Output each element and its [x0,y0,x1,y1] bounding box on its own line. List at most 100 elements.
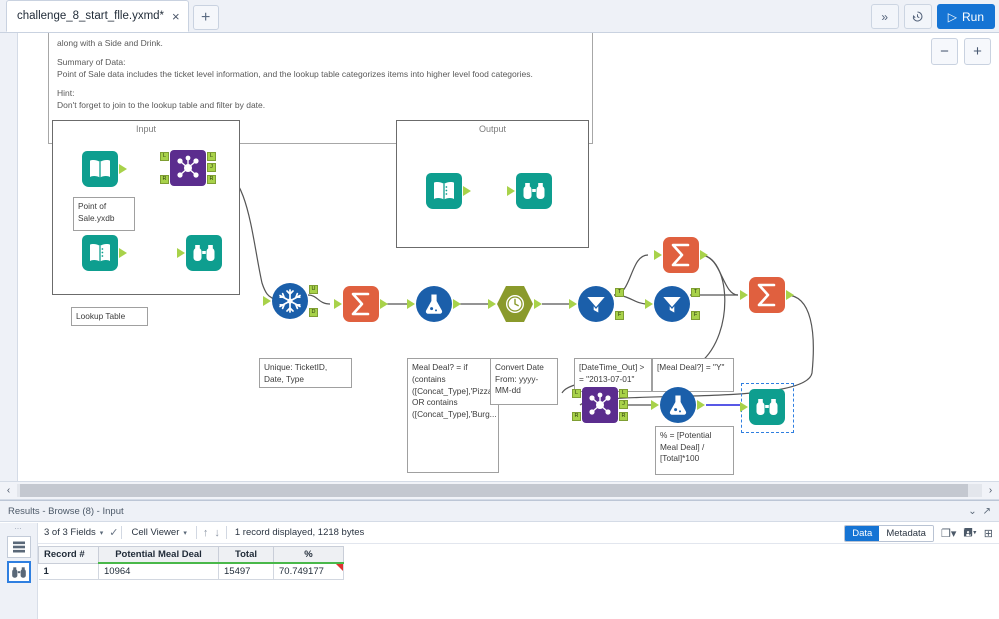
output-port-left[interactable]: L [619,389,628,398]
output-port-false[interactable]: F [615,311,624,320]
input-port[interactable] [651,400,659,410]
browse-icon[interactable] [6,561,31,583]
output-port-left[interactable]: L [207,152,216,161]
expand-icon[interactable]: ⊞ [984,527,993,540]
tool-summarize-2[interactable] [654,237,708,273]
output-port-unique[interactable]: U [309,285,318,294]
zoom-out-button[interactable]: − [931,38,958,65]
scroll-up-arrow-icon[interactable]: ↑ [200,527,212,539]
workflow-canvas[interactable]: − + along with a Side and Drink. Summary… [0,33,999,481]
tool-unique[interactable]: U D [263,283,318,319]
output-port-right[interactable]: R [207,175,216,184]
input-port[interactable] [177,248,185,258]
maximize-icon[interactable]: ↗ [983,506,991,517]
output-port-false[interactable]: F [691,311,700,320]
new-tab-button[interactable]: + [192,5,219,30]
rail-drag-handle[interactable]: ⋯ [15,526,23,533]
input-port[interactable] [334,299,342,309]
tool-summarize-3[interactable] [740,277,794,313]
history-icon[interactable] [903,4,932,29]
column-header-total[interactable]: Total [218,546,274,564]
output-port-true[interactable]: T [615,288,624,297]
input-port-right[interactable]: R [572,412,581,421]
input-port[interactable] [740,402,748,412]
output-port[interactable] [786,290,794,300]
input-port-left[interactable]: L [572,389,581,398]
scrollbar-thumb[interactable] [20,484,968,497]
tool-join-1[interactable]: L R L J R [160,150,216,186]
tool-filter-meal-deal[interactable]: T F [645,286,700,322]
column-header-percent[interactable]: % [273,546,344,564]
input-port[interactable] [645,299,653,309]
tool-formula-percent[interactable] [651,387,705,423]
tool-browse-output[interactable] [507,173,552,209]
join-icon [170,150,206,186]
chevron-down-icon[interactable]: ⌄ [968,506,976,517]
workflow-tab[interactable]: challenge_8_start_flle.yxmd* × [6,0,189,32]
tool-datetime[interactable] [488,286,542,322]
results-left-rail: ⋯ [0,523,38,619]
binoculars-icon [756,399,778,415]
output-container[interactable]: Output [396,120,589,248]
input-port[interactable] [740,290,748,300]
column-header-potential-meal-deal[interactable]: Potential Meal Deal [98,546,219,564]
workflow-tab-label: challenge_8_start_flle.yxmd* [17,10,165,22]
input-port[interactable] [407,299,415,309]
output-port-true[interactable]: T [691,288,700,297]
output-port[interactable] [453,299,461,309]
canvas-horizontal-scrollbar[interactable]: ‹ › [0,481,999,500]
column-header-record[interactable]: Record # [38,546,99,564]
annotation-unique: Unique: TicketID, Date, Type [259,358,352,388]
input-port-right[interactable]: R [160,175,169,184]
grid-icon[interactable] [6,536,31,558]
input-port[interactable] [569,299,577,309]
output-port[interactable] [119,248,127,258]
scrollbar-track[interactable] [17,484,982,497]
output-port[interactable] [463,186,471,196]
results-table-head: Record # Potential Meal Deal Total % [38,546,344,564]
close-icon[interactable]: × [172,10,180,23]
output-port-join[interactable]: J [207,163,216,172]
input-port[interactable] [654,250,662,260]
tool-filter-date[interactable]: T F [569,286,624,322]
save-icon[interactable]: 🖪▾ [963,524,976,543]
scroll-down-arrow-icon[interactable]: ↓ [211,527,223,539]
input-port-left[interactable]: L [160,152,169,161]
tab-data[interactable]: Data [845,526,880,541]
output-port-join[interactable]: J [619,400,628,409]
input-port[interactable] [507,186,515,196]
tool-join-2[interactable]: L R L J R [572,387,628,423]
run-button[interactable]: ▷ Run [936,4,995,29]
scroll-left-arrow[interactable]: ‹ [0,485,17,496]
results-table[interactable]: Record # Potential Meal Deal Total % 1 1… [38,546,344,580]
output-port-right[interactable]: R [619,412,628,421]
cell-viewer-selector[interactable]: Cell Viewer ▾ [125,527,192,538]
tool-summarize-1[interactable] [334,286,388,322]
table-row[interactable]: 1 10964 15497 70.749177 [38,562,344,580]
fields-selector[interactable]: 3 of 3 Fields ▾ [38,527,109,538]
output-port[interactable] [380,299,388,309]
book-icon [434,181,454,200]
scroll-right-arrow[interactable]: › [982,485,999,496]
tool-browse-input[interactable] [177,235,222,271]
chevron-more-icon[interactable]: » [870,4,899,29]
copy-icon[interactable]: ❐▾ [941,527,956,540]
tool-browse-selected[interactable] [740,389,785,425]
output-port-duplicate[interactable]: D [309,308,318,317]
input-port[interactable] [488,299,496,309]
input-port[interactable] [263,296,271,306]
tab-metadata[interactable]: Metadata [879,526,933,541]
tool-input-lookup-table[interactable] [82,235,127,271]
tool-formula-meal-deal[interactable] [407,286,461,322]
zoom-in-button[interactable]: + [964,38,991,65]
tab-bar-actions: » ▷ Run [870,4,995,29]
output-port[interactable] [700,250,708,260]
alteryx-designer-window: challenge_8_start_flle.yxmd* × + » ▷ Run… [0,0,999,619]
output-port[interactable] [534,299,542,309]
tool-input-point-of-sale[interactable] [82,151,127,187]
annotation-datetime: Convert Date From: yyyy-MM-dd [490,358,558,405]
output-port[interactable] [119,164,127,174]
tool-input-output-sample[interactable] [426,173,471,209]
output-port[interactable] [697,400,705,410]
check-icon[interactable]: ✓ [109,526,118,539]
